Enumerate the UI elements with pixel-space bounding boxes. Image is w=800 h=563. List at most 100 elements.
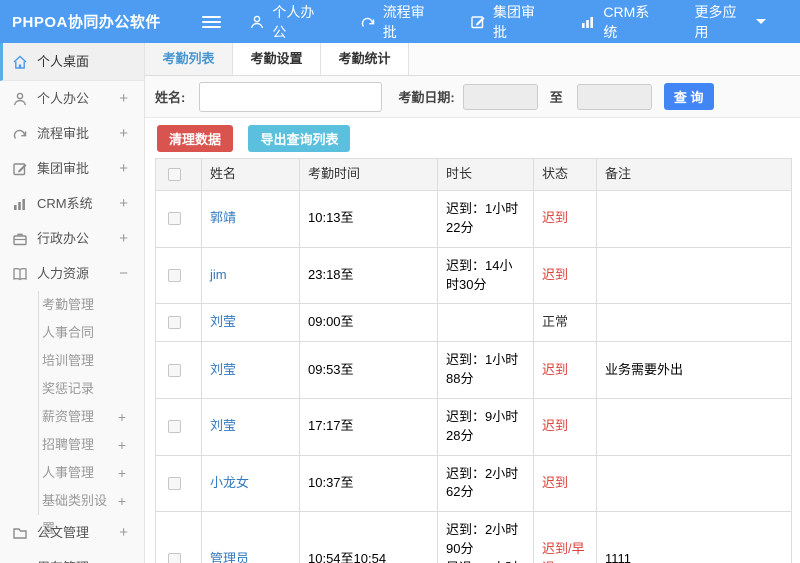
sidebar-item-group-approval[interactable]: 集团审批 + [0,151,144,186]
sidebar-item-label: 行政办公 [37,231,90,246]
tab-attendance-list[interactable]: 考勤列表 [145,43,233,75]
sidebar-subitem-training-mgmt[interactable]: 培训管理 [39,347,144,375]
col-header-duration: 时长 [437,158,534,191]
status-badge: 迟到 [542,361,569,377]
folder-icon [12,525,28,541]
name-filter-input[interactable] [199,81,383,112]
status-badge: 迟到 [542,267,569,283]
employee-name-link[interactable]: 刘莹 [210,362,236,377]
row-checkbox[interactable] [168,212,181,226]
attendance-time: 10:37至 [299,454,438,513]
duration-line: 迟到：2小时90分 [446,522,519,557]
flow-arrow-icon [360,14,376,30]
remark: 1111 [596,511,792,563]
row-checkbox[interactable] [168,477,181,491]
expand-icon[interactable]: + [119,151,128,186]
sidebar-item-label: 流程审批 [37,126,90,141]
sidebar-item-vehicle-mgmt[interactable]: 用车管理 + [0,550,144,563]
remark [596,303,792,343]
duration-line: 迟到：2小时62分 [446,465,519,500]
expand-icon[interactable]: + [118,459,126,487]
sidebar-item-human-resources[interactable]: 人力资源 − [0,256,144,291]
flow-arrow-icon [12,126,28,142]
status-badge: 迟到 [542,475,569,491]
expand-icon[interactable]: + [119,515,128,550]
sidebar-item-personal-office[interactable]: 个人办公 + [0,81,144,116]
row-checkbox[interactable] [168,316,181,330]
select-all-checkbox[interactable] [168,168,181,182]
row-checkbox[interactable] [168,269,181,283]
attendance-time: 10:13至 [299,190,438,248]
table-row: 刘莹 09:00至 正常 [155,303,792,343]
sidebar-item-crm-system[interactable]: CRM系统 + [0,186,144,221]
row-checkbox[interactable] [168,363,181,377]
col-header-remark: 备注 [596,158,792,191]
expand-icon[interactable]: + [119,186,128,221]
date-filter-label: 考勤日期: [398,90,455,105]
sidebar-subitem-reward-punish[interactable]: 奖惩记录 [39,375,144,403]
date-from-input[interactable] [462,83,538,110]
nav-group-approval[interactable]: 集团审批 [470,2,546,42]
sidebar-subitem-hr-contract[interactable]: 人事合同 [39,319,144,347]
sidebar-item-personal-desktop[interactable]: 个人桌面 [0,43,144,81]
sidebar-item-admin-office[interactable]: 行政办公 + [0,221,144,256]
employee-name-link[interactable]: 郭靖 [210,210,236,225]
tab-attendance-settings[interactable]: 考勤设置 [233,43,321,75]
sidebar-item-label: CRM系统 [37,196,93,211]
employee-name-link[interactable]: jim [210,267,227,282]
header-nav: 个人办公 流程审批 集团审批 CRM系统 更多应用 [249,2,800,42]
attendance-panel: 清理数据 导出查询列表 姓名 考勤时间 时长 状态 备注 郭靖 10:13至 迟… [145,118,800,563]
edit-icon [12,161,28,177]
app-title: PHPOA协同办公软件 [12,14,161,31]
expand-icon[interactable]: + [119,221,128,256]
sidebar-subitem-base-category[interactable]: 基础类别设置 + [39,487,144,536]
expand-icon[interactable]: + [118,403,126,431]
expand-icon[interactable]: + [119,116,128,151]
sidebar-item-document-mgmt[interactable]: 公文管理 + [0,515,144,550]
sidebar-item-label: 个人桌面 [37,54,90,69]
table-row: 刘莹 09:53至 迟到：1小时88分 迟到 业务需要外出 [155,341,792,399]
edit-icon [470,14,486,30]
expand-icon[interactable]: + [119,550,128,563]
nav-label: 集团审批 [493,3,536,40]
home-icon [12,54,28,70]
nav-workflow-approval[interactable]: 流程审批 [360,2,436,42]
date-to-input[interactable] [576,83,652,110]
book-icon [12,266,28,282]
nav-crm-system[interactable]: CRM系统 [580,2,660,42]
nav-more-apps[interactable]: 更多应用 [694,2,766,42]
clean-data-button[interactable]: 清理数据 [157,125,234,152]
app-window: PHPOA协同办公软件 个人办公 流程审批 集团审批 CRM系统 更多应用 个人… [0,0,800,563]
name-filter-label: 姓名: [155,90,186,105]
attendance-time: 23:18至 [299,246,438,305]
export-list-button[interactable]: 导出查询列表 [248,125,351,152]
sidebar-item-workflow-approval[interactable]: 流程审批 + [0,116,144,151]
employee-name-link[interactable]: 刘莹 [210,418,236,433]
remark [596,454,792,513]
collapse-icon[interactable]: − [119,256,128,291]
nav-label: 个人办公 [272,3,315,40]
sidebar-subitem-attendance-mgmt[interactable]: 考勤管理 [39,291,144,319]
table-row: 郭靖 10:13至 迟到：1小时22分 迟到 [155,190,792,248]
car-icon [12,560,28,563]
search-button[interactable]: 查 询 [663,83,714,110]
hamburger-menu-icon[interactable] [201,13,222,31]
bar-chart-icon [12,196,28,212]
nav-personal-office[interactable]: 个人办公 [249,2,325,42]
bar-chart-icon [580,14,596,30]
row-checkbox[interactable] [168,552,181,563]
employee-name-link[interactable]: 小龙女 [210,475,249,490]
sidebar-subitem-salary-mgmt[interactable]: 薪资管理 + [39,403,144,431]
duration-line: 迟到：14小时30分 [446,257,513,292]
sidebar-subitem-recruit-mgmt[interactable]: 招聘管理 + [39,431,144,459]
employee-name-link[interactable]: 刘莹 [210,314,236,329]
attendance-time: 09:53至 [299,341,438,399]
tab-attendance-stats[interactable]: 考勤统计 [321,43,409,75]
expand-icon[interactable]: + [118,431,126,459]
sidebar-subitem-personnel-mgmt[interactable]: 人事管理 + [39,459,144,487]
expand-icon[interactable]: + [119,81,128,116]
employee-name-link[interactable]: 管理员 [210,551,249,563]
sidebar-item-label: 人力资源 [37,266,90,281]
row-checkbox[interactable] [168,420,181,434]
expand-icon[interactable]: + [118,487,126,515]
